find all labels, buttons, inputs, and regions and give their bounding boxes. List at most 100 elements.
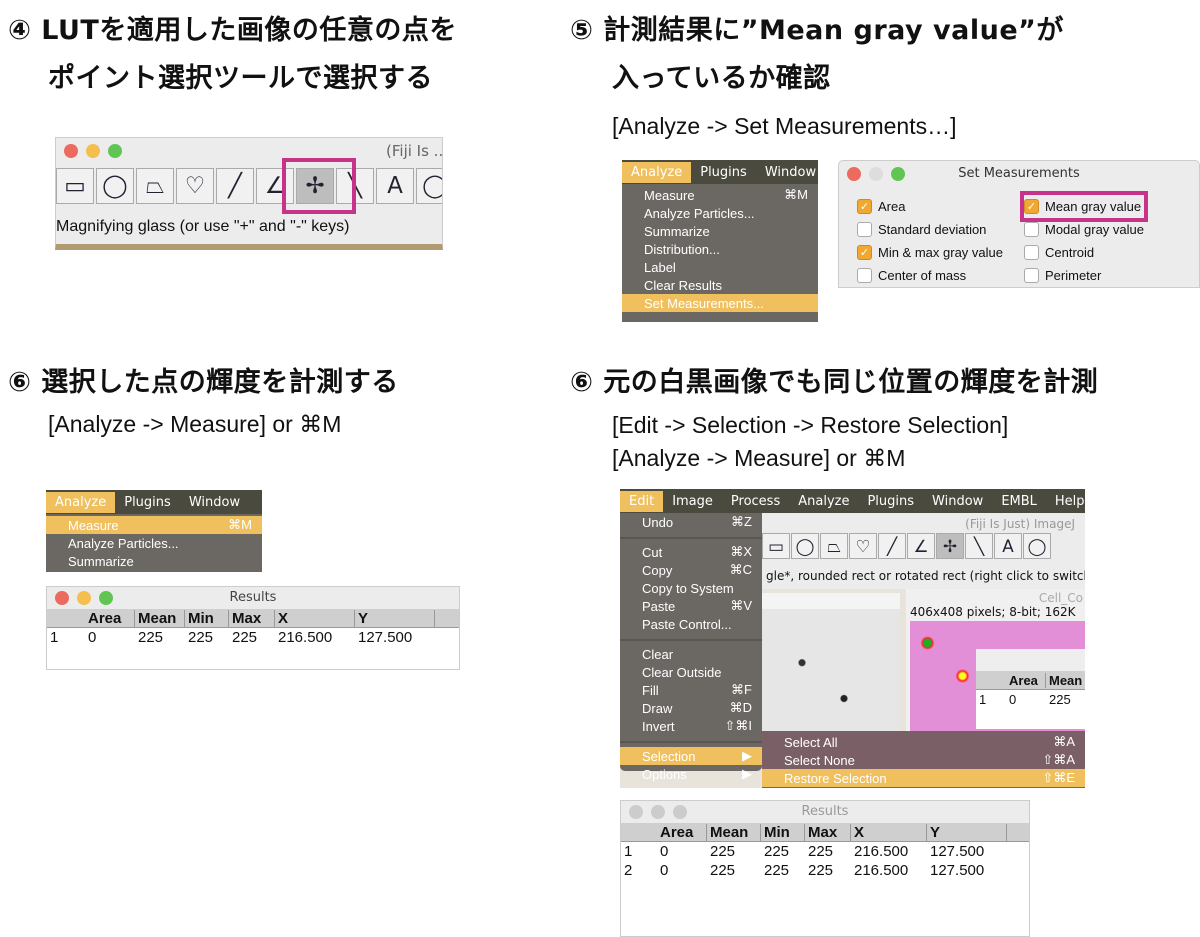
polygon-tool-button[interactable]: ⏢ — [136, 168, 174, 204]
column-header[interactable]: Mean — [707, 823, 761, 841]
menu-item-measure[interactable]: Measure ⌘M — [622, 186, 818, 204]
rectangle-tool-button[interactable]: ▭ — [762, 533, 790, 559]
multipoint-tool-button[interactable]: ✢ — [936, 533, 964, 559]
menu-item-clear[interactable]: Clear — [620, 645, 762, 663]
menubar-item-help[interactable]: Help — [1046, 491, 1085, 512]
freehand-tool-button[interactable]: ♡ — [849, 533, 877, 559]
menu-item-set-measurements-[interactable]: Set Measurements... — [622, 294, 818, 312]
close-button[interactable] — [64, 144, 78, 158]
checkbox-perimeter[interactable]: Perimeter — [1024, 268, 1101, 283]
menu-item-analyze-particles-[interactable]: Analyze Particles... — [622, 204, 818, 222]
menubar-item-window[interactable]: Window — [923, 491, 992, 512]
menu-item-paste[interactable]: Paste ⌘V — [620, 597, 762, 615]
line-tool-button[interactable]: ╱ — [216, 168, 254, 204]
column-header[interactable]: Max — [805, 823, 851, 841]
column-header[interactable]: Min — [761, 823, 805, 841]
checkbox-min-max-gray-value[interactable]: ✓ Min & max gray value — [857, 245, 1003, 260]
checkbox-centroid[interactable]: Centroid — [1024, 245, 1094, 260]
menu-item-measure[interactable]: Measure ⌘M — [46, 516, 262, 534]
menu-item-copy-to-system[interactable]: Copy to System — [620, 579, 762, 597]
menu-item-paste-control-[interactable]: Paste Control... — [620, 615, 762, 633]
table-cell: 0 — [1009, 692, 1017, 707]
menubar-item-window[interactable]: Window — [756, 162, 825, 183]
checkbox-center-of-mass[interactable]: Center of mass — [857, 268, 966, 283]
zoom-tool-button[interactable]: ◯ — [1023, 533, 1051, 559]
menu-item-clear-results[interactable]: Clear Results — [622, 276, 818, 294]
column-header[interactable]: Mean — [135, 609, 185, 627]
column-header[interactable]: Area — [1006, 672, 1046, 688]
text-tool-button[interactable]: A — [994, 533, 1022, 559]
menu-item-label: Copy — [642, 562, 673, 578]
menubar-item-analyze[interactable]: Analyze — [789, 491, 858, 512]
menu-item-select-none[interactable]: Select None ⇧⌘A — [762, 751, 1085, 769]
column-header[interactable]: Min — [185, 609, 229, 627]
menu-item-options[interactable]: Options ▶ — [620, 765, 762, 783]
column-header[interactable]: Area — [85, 609, 135, 627]
menu-item-analyze-particles-[interactable]: Analyze Particles... — [46, 534, 262, 552]
column-header[interactable]: Max — [229, 609, 275, 627]
oval-tool-button[interactable]: ◯ — [96, 168, 134, 204]
menu-item-summarize[interactable]: Summarize — [46, 552, 262, 570]
column-header[interactable]: Y — [927, 823, 1007, 841]
menubar-item-analyze[interactable]: Analyze — [622, 161, 692, 183]
menu-item-undo[interactable]: Undo ⌘Z — [620, 513, 762, 531]
menu-item-selection[interactable]: Selection ▶ — [620, 747, 762, 765]
rectangle-tool-button[interactable]: ▭ — [56, 168, 94, 204]
menubar-item-window[interactable]: Window — [180, 492, 249, 513]
checkbox-modal-gray-value[interactable]: Modal gray value — [1024, 222, 1144, 237]
column-header[interactable]: Area — [657, 823, 707, 841]
line-tool-button[interactable]: ╱ — [878, 533, 906, 559]
checkbox-box[interactable]: ✓ — [857, 199, 872, 214]
table-header: Area Mean — [976, 671, 1085, 690]
menu-item-select-all[interactable]: Select All ⌘A — [762, 733, 1085, 751]
checkbox-box[interactable] — [1024, 222, 1039, 237]
menu-item-draw[interactable]: Draw ⌘D — [620, 699, 762, 717]
menu-item-copy[interactable]: Copy ⌘C — [620, 561, 762, 579]
checkbox-box[interactable] — [1024, 245, 1039, 260]
table-row[interactable]: 1 0 225 — [976, 690, 1085, 709]
menubar-item-plugins[interactable]: Plugins — [115, 492, 180, 513]
checkbox-area[interactable]: ✓ Area — [857, 199, 905, 214]
menubar-item-image[interactable]: Image — [663, 491, 722, 512]
menu-item-invert[interactable]: Invert ⇧⌘I — [620, 717, 762, 735]
table-cell: 0 — [88, 629, 97, 646]
text-tool-button[interactable]: A — [376, 168, 414, 204]
menu-item-cut[interactable]: Cut ⌘X — [620, 543, 762, 561]
menu-separator — [620, 735, 762, 743]
zoom-tool-button[interactable]: ◯ — [416, 168, 442, 204]
menu-item-clear-outside[interactable]: Clear Outside — [620, 663, 762, 681]
menu-item-summarize[interactable]: Summarize — [622, 222, 818, 240]
column-header[interactable]: Mean — [1046, 673, 1085, 688]
checkbox-standard-deviation[interactable]: Standard deviation — [857, 222, 986, 237]
column-header[interactable]: X — [851, 823, 927, 841]
menubar-item-plugins[interactable]: Plugins — [691, 162, 756, 183]
menubar-item-plugins[interactable]: Plugins — [858, 491, 923, 512]
table-row[interactable]: 1 0 225 225 225 216.500 127.500 — [621, 842, 1029, 861]
text-icon: A — [1002, 536, 1014, 556]
table-row[interactable]: 2 0 225 225 225 216.500 127.500 — [621, 861, 1029, 880]
column-header[interactable]: X — [275, 609, 355, 627]
checkbox-box[interactable] — [1024, 268, 1039, 283]
freehand-tool-button[interactable]: ♡ — [176, 168, 214, 204]
menu-item-restore-selection[interactable]: Restore Selection ⇧⌘E — [762, 769, 1085, 787]
oval-tool-button[interactable]: ◯ — [791, 533, 819, 559]
checkbox-box[interactable] — [857, 222, 872, 237]
menubar-item-process[interactable]: Process — [722, 491, 789, 512]
maximize-button[interactable] — [108, 144, 122, 158]
checkbox-box[interactable]: ✓ — [857, 245, 872, 260]
polygon-icon: ⏢ — [145, 173, 165, 199]
column-header[interactable]: Y — [355, 609, 435, 627]
angle-tool-button[interactable]: ∠ — [907, 533, 935, 559]
menu-item-distribution-[interactable]: Distribution... — [622, 240, 818, 258]
checkbox-box[interactable] — [857, 268, 872, 283]
menubar-item-analyze[interactable]: Analyze — [46, 491, 116, 513]
polygon-tool-button[interactable]: ⏢ — [820, 533, 848, 559]
menu-item-label[interactable]: Label — [622, 258, 818, 276]
table-row[interactable]: 1 0 225 225 225 216.500 127.500 — [47, 628, 459, 647]
minimize-button[interactable] — [86, 144, 100, 158]
wand-tool-button[interactable]: ╲ — [965, 533, 993, 559]
menubar-item-embl[interactable]: EMBL — [992, 491, 1046, 512]
menu-item-fill[interactable]: Fill ⌘F — [620, 681, 762, 699]
menubar-item-edit[interactable]: Edit — [620, 490, 664, 512]
menu-item-label: Set Measurements... — [644, 295, 764, 311]
